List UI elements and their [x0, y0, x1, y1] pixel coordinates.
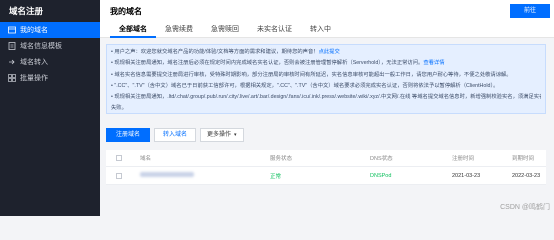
domain-icon: [8, 26, 16, 34]
notice-line: • 域名实名信息需要提交注册局进行审核，受特殊时期影响，部分注册局的审核时间有所…: [111, 71, 512, 78]
sidebar: 域名注册 我的域名 域名信息模板 域名转入 批量操作: [0, 0, 100, 216]
table-header-row: 域名 服务状态 DNS状态 注册时间 到期时间: [106, 150, 546, 167]
view-details-link[interactable]: 查看详情: [423, 60, 444, 66]
tab-transferring[interactable]: 转入中: [301, 23, 340, 38]
tab-unverified[interactable]: 未实名认证: [248, 23, 301, 38]
tab-bar: 全部域名 急需续费 急需赎回 未实名认证 转入中: [110, 23, 340, 38]
more-actions-label: 更多操作: [207, 132, 232, 138]
row-checkbox[interactable]: [116, 172, 122, 179]
transfer-in-icon: [8, 58, 16, 66]
page-header: 我的域名 前往 全部域名 急需续费 急需赎回 未实名认证 转入中: [100, 0, 554, 38]
column-header-domain: 域名: [140, 156, 152, 162]
sidebar-title: 域名注册: [9, 6, 44, 16]
sidebar-item-domain-template[interactable]: 域名信息模板: [0, 38, 100, 54]
tab-renew-urgent[interactable]: 急需续费: [156, 23, 202, 38]
register-time: 2021-03-23: [452, 172, 481, 179]
template-icon: [8, 42, 16, 50]
sidebar-item-label: 域名信息模板: [20, 43, 62, 50]
expire-time: 2022-03-23: [512, 172, 541, 179]
column-header-expire-time: 到期时间: [512, 156, 535, 162]
notice-line: • 现规相关注册局通知，.ltd/.chat/.group/.pub/.run/…: [111, 94, 541, 101]
service-status: 正常: [270, 173, 282, 180]
sidebar-item-my-domains[interactable]: 我的域名: [0, 22, 100, 38]
notice-line: • 用户之声：欢迎您就交域名产品的功能/体验/文档等方面的需求和建议，期待您的声…: [111, 49, 340, 55]
tab-redeem-urgent[interactable]: 急需赎回: [202, 23, 248, 38]
transfer-domain-button[interactable]: 转入域名: [154, 128, 197, 142]
header-action-button[interactable]: 前往: [510, 4, 550, 18]
register-domain-button[interactable]: 注册域名: [106, 128, 150, 142]
main-panel: 我的域名 前往 全部域名 急需续费 急需赎回 未实名认证 转入中 • 用户之声：…: [100, 0, 554, 216]
sidebar-item-label: 域名转入: [20, 59, 48, 66]
tab-all-domains[interactable]: 全部域名: [110, 23, 156, 38]
domain-table: 域名 服务状态 DNS状态 注册时间 到期时间 正常 DNSPod 2021-0…: [106, 150, 546, 185]
column-header-service-status: 服务状态: [270, 156, 293, 162]
batch-icon: [8, 74, 16, 82]
notice-line: • ".CC"、".TV"（含中文）域名已于日前获工信部许可，根据相关规定，".…: [111, 82, 499, 89]
toolbar: 注册域名 转入域名 更多操作 ▾: [106, 128, 546, 142]
table-row: 正常 DNSPod 2021-03-23 2022-03-23: [106, 167, 546, 185]
column-header-register-time: 注册时间: [452, 156, 475, 162]
content-area: • 用户之声：欢迎您就交域名产品的功能/体验/文档等方面的需求和建议，期待您的声…: [100, 38, 554, 216]
watermark: CSDN @鸣鹤门: [500, 204, 550, 211]
submit-feedback-link[interactable]: 点此提交: [319, 49, 340, 55]
notice-box: • 用户之声：欢迎您就交域名产品的功能/体验/文档等方面的需求和建议，期待您的声…: [106, 44, 546, 114]
more-actions-dropdown[interactable]: 更多操作 ▾: [200, 128, 244, 142]
notice-line: • 现规相关注册局通知，域名注册后必须在规定时间内完成域名实名认证，否则会被注册…: [111, 60, 445, 67]
column-header-dns-status: DNS状态: [370, 156, 393, 162]
chevron-down-icon: ▾: [234, 132, 237, 138]
select-all-checkbox[interactable]: [116, 155, 122, 161]
page-title: 我的域名: [110, 7, 142, 16]
sidebar-item-batch[interactable]: 批量操作: [0, 70, 100, 86]
domain-name-link[interactable]: [140, 172, 194, 179]
notice-line: 失败。: [111, 105, 127, 112]
sidebar-item-label: 批量操作: [20, 75, 48, 82]
sidebar-item-label: 我的域名: [20, 27, 48, 34]
dns-status: DNSPod: [370, 172, 392, 179]
sidebar-item-transfer-in[interactable]: 域名转入: [0, 54, 100, 70]
